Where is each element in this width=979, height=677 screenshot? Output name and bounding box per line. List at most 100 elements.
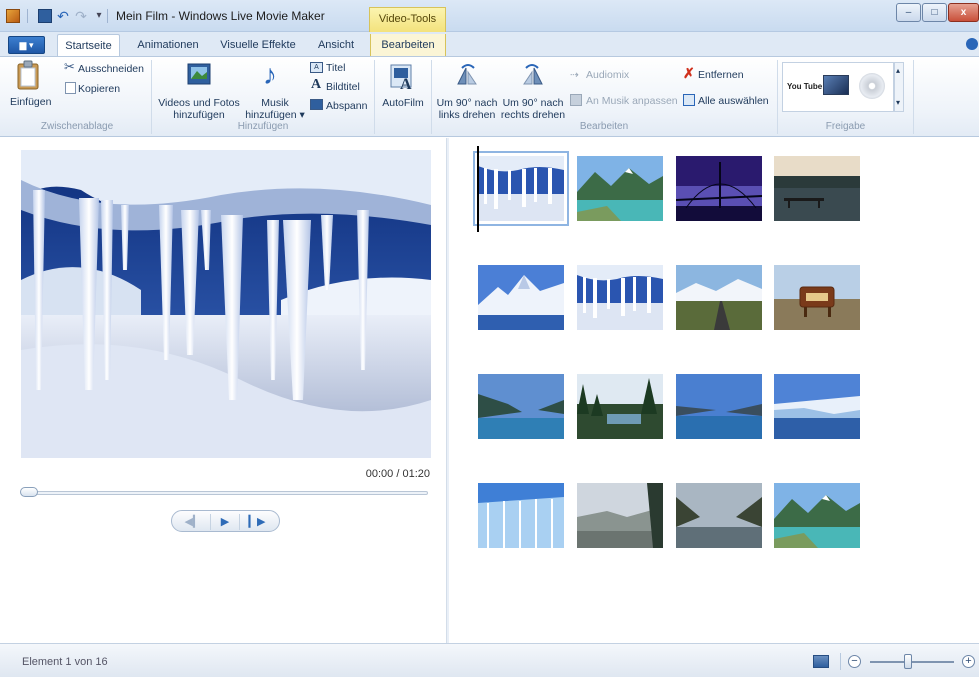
close-button[interactable]: x (948, 3, 979, 22)
storyboard-clip[interactable] (577, 483, 663, 548)
storyboard-clip[interactable] (676, 374, 762, 439)
playhead-indicator[interactable] (477, 146, 479, 232)
cut-button[interactable]: ✂ Ausschneiden (62, 60, 144, 77)
autofilm-button[interactable]: A AutoFilm (378, 60, 428, 118)
storyboard-clip[interactable] (577, 374, 663, 439)
rotate-left-label-line2: links drehen (438, 109, 496, 121)
quick-access-dropdown-icon[interactable]: ▾ (92, 9, 106, 23)
credits-button[interactable]: Abspann (310, 98, 370, 114)
app-menu-button[interactable]: ▆ ▾ (8, 36, 45, 54)
storyboard-clip[interactable] (577, 156, 663, 221)
clip-thumbnail (774, 374, 860, 439)
storyboard-clip[interactable] (473, 151, 569, 226)
clip-thumbnail (478, 483, 564, 548)
maximize-button[interactable]: □ (922, 3, 947, 22)
ribbon-tab-row: ▆ ▾ Startseite Animationen Visuelle Effe… (0, 32, 979, 56)
rotate-right-button[interactable]: Um 90° nach rechts drehen (500, 60, 566, 121)
save-icon[interactable] (38, 9, 52, 23)
redo-icon[interactable]: ↷ (74, 9, 88, 23)
gallery-scroll[interactable]: ▴ ▾ (894, 62, 904, 112)
caption-button[interactable]: A Bildtitel (310, 78, 370, 95)
share-gallery: You Tube (782, 62, 894, 112)
undo-icon[interactable]: ↶ (56, 9, 70, 23)
next-frame-button[interactable]: ▎▶ (242, 514, 272, 530)
credits-label: Abspann (326, 100, 368, 112)
remove-x-icon: ✗ (683, 65, 695, 81)
clip-thumbnail (478, 156, 564, 221)
dvd-share-button[interactable] (857, 71, 889, 105)
title-label: Titel (326, 62, 346, 74)
select-all-label: Alle auswählen (698, 95, 769, 107)
gallery-up-icon: ▴ (896, 66, 901, 75)
monitor-share-button[interactable] (823, 75, 851, 101)
tab-visuelle-effekte[interactable]: Visuelle Effekte (212, 34, 304, 56)
clip-thumbnail (676, 156, 762, 221)
status-text: Element 1 von 16 (22, 656, 108, 668)
thumbnail-size-icon[interactable] (813, 655, 829, 668)
status-bar: Element 1 von 16 − + (0, 643, 979, 677)
seek-bar[interactable] (22, 491, 428, 495)
storyboard-clip[interactable] (774, 374, 860, 439)
storyboard-clip[interactable] (478, 265, 564, 330)
ribbon: Einfügen ✂ Ausschneiden Kopieren Zwische… (0, 56, 979, 137)
rotate-left-icon (457, 64, 477, 85)
storyboard-clip[interactable] (478, 483, 564, 548)
zoom-slider-thumb[interactable] (903, 654, 912, 669)
add-music-button[interactable]: ♪ Musik hinzufügen ▾ (243, 60, 307, 122)
tab-bearbeiten[interactable]: Bearbeiten (370, 34, 446, 56)
audiomix-button[interactable]: ⇢ Audiomix (568, 67, 668, 83)
storyboard-clip[interactable] (676, 156, 762, 221)
help-icon[interactable] (966, 38, 978, 50)
preview-monitor[interactable] (21, 150, 431, 458)
remove-button[interactable]: ✗ Entfernen (682, 65, 762, 83)
dvd-disc-icon (859, 73, 885, 99)
minimize-button[interactable]: – (896, 3, 921, 22)
storyboard-clip[interactable] (774, 265, 860, 330)
title-bar: ↶ ↷ ▾ Mein Film - Windows Live Movie Mak… (0, 0, 979, 32)
autofilm-label: AutoFilm (382, 97, 424, 109)
rotate-right-label-line1: Um 90° nach (502, 97, 564, 109)
film-photo-icon (187, 63, 211, 85)
tab-ansicht[interactable]: Ansicht (308, 34, 364, 56)
storyboard-clip[interactable] (478, 374, 564, 439)
clip-thumbnail (676, 374, 762, 439)
window-title: Mein Film - Windows Live Movie Maker (116, 9, 325, 23)
clip-thumbnail (676, 265, 762, 330)
caption-label: Bildtitel (326, 81, 360, 93)
svg-text:A: A (400, 76, 412, 90)
storyboard-clip[interactable] (774, 156, 860, 221)
previous-frame-button[interactable]: ◀▎ (178, 514, 208, 530)
add-videos-photos-button[interactable]: Videos und Fotos hinzufügen (155, 60, 243, 121)
storyboard-clip[interactable] (577, 265, 663, 330)
zoom-in-button[interactable]: + (962, 655, 975, 668)
youtube-logo: You Tube (787, 82, 823, 91)
copy-button[interactable]: Kopieren (62, 80, 144, 96)
tab-animationen[interactable]: Animationen (128, 34, 208, 56)
title-button[interactable]: A Titel (310, 61, 370, 77)
zoom-out-button[interactable]: − (848, 655, 861, 668)
cut-label: Ausschneiden (78, 63, 144, 75)
clip-thumbnail (577, 483, 663, 548)
group-label-share: Freigabe (825, 121, 866, 132)
copy-label: Kopieren (78, 83, 121, 95)
movie-maker-app-icon[interactable] (6, 9, 20, 23)
tab-startseite[interactable]: Startseite (57, 34, 120, 56)
storyboard-clip[interactable] (676, 483, 762, 548)
zoom-slider-track[interactable] (870, 661, 954, 663)
rotate-right-label-line2: rechts drehen (500, 109, 566, 121)
group-label-clipboard: Zwischenablage (40, 121, 114, 132)
select-all-button[interactable]: Alle auswählen (682, 93, 776, 109)
rotate-left-button[interactable]: Um 90° nach links drehen (434, 60, 500, 121)
storyboard-clip[interactable] (676, 265, 762, 330)
fit-to-music-button[interactable]: An Musik anpassen (568, 93, 678, 109)
clip-thumbnail (577, 265, 663, 330)
paste-button[interactable]: Einfügen (8, 60, 51, 118)
pane-splitter[interactable] (446, 138, 449, 643)
title-separator (27, 9, 28, 23)
status-separator (840, 653, 841, 670)
youtube-share-button[interactable]: You Tube (787, 79, 823, 95)
storyboard-clip[interactable] (774, 483, 860, 548)
clip-thumbnail (774, 265, 860, 330)
seek-thumb[interactable] (20, 487, 38, 497)
play-button[interactable]: ▶ (210, 514, 240, 530)
